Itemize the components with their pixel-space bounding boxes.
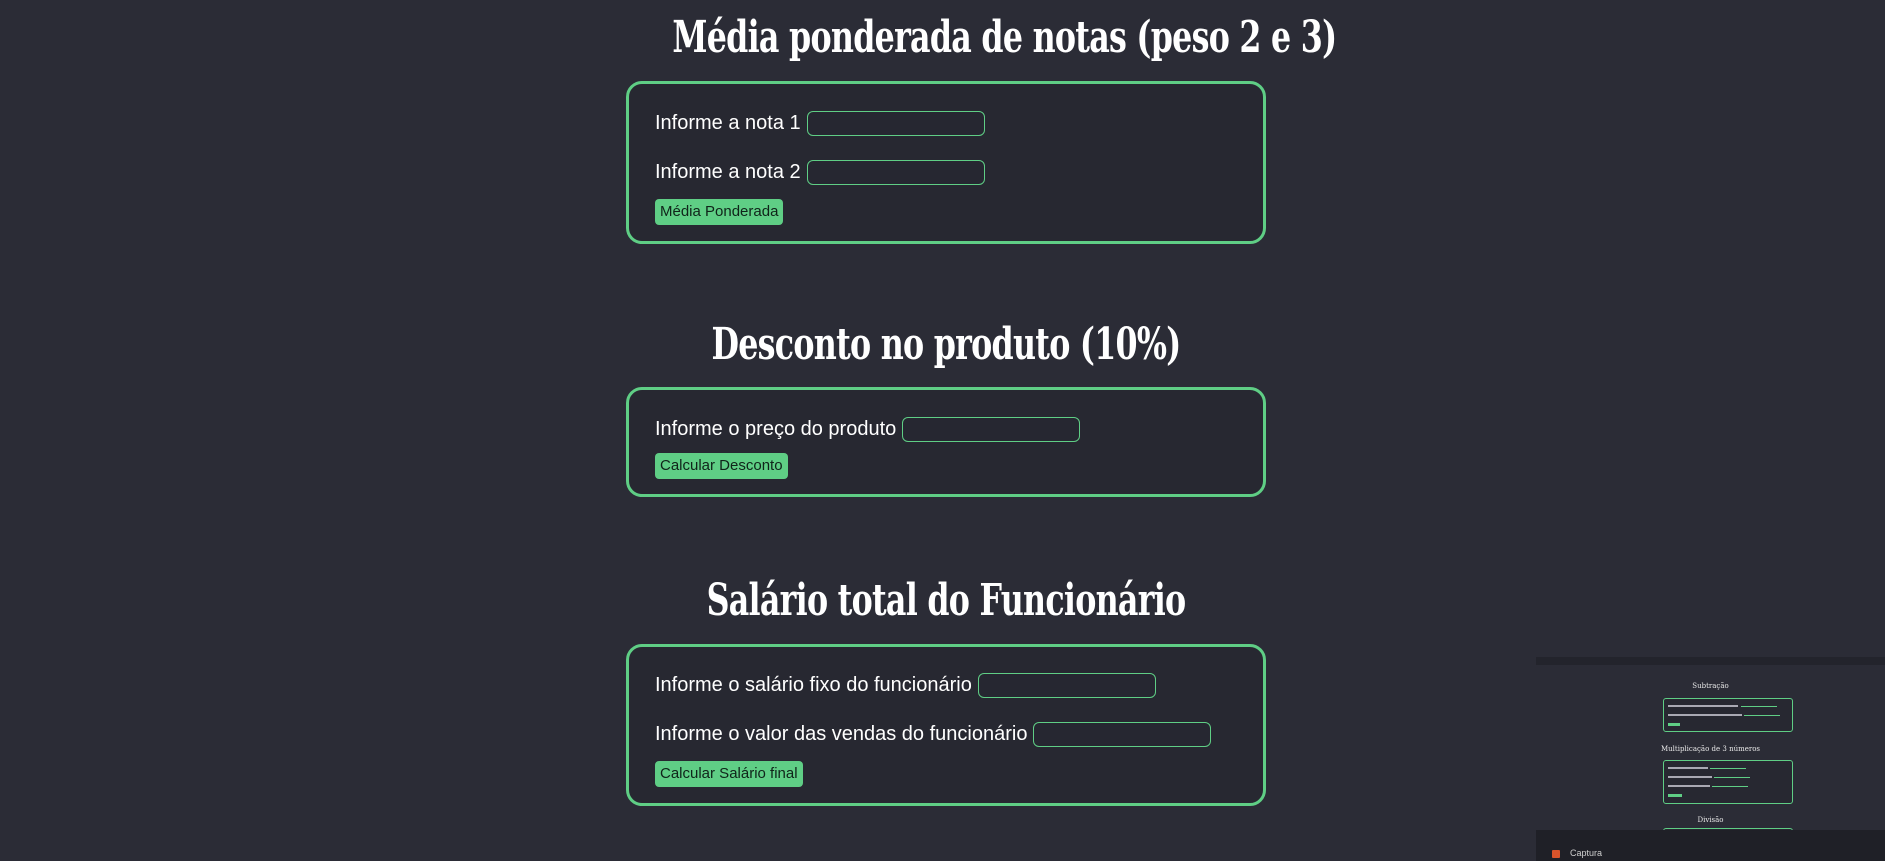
calculate-discount-button[interactable]: Calcular Desconto (655, 453, 788, 479)
thumbnail-taskbar: Captura (1536, 830, 1885, 861)
field-label: Informe a nota 2 (655, 161, 801, 183)
taskbar-label: Captura (1570, 848, 1603, 858)
field-label: Informe o valor das vendas do funcionári… (655, 723, 1028, 745)
thumbnail-section-title: Subtração (1692, 682, 1729, 690)
product-price-input[interactable] (902, 417, 1081, 442)
form-card: Informe a nota 1 Informe a nota 2 Média … (626, 81, 1266, 244)
calculate-final-salary-button[interactable]: Calcular Salário final (655, 761, 803, 787)
field-label: Informe o preço do produto (655, 418, 897, 440)
section-title: Salário total do Funcionário (706, 575, 1187, 626)
form-row: Informe a nota 1 (655, 111, 985, 136)
fixed-salary-input[interactable] (977, 673, 1156, 698)
grade-2-input[interactable] (806, 160, 985, 185)
thumbnail-card (1663, 760, 1793, 804)
section-title: Média ponderada de notas (peso 2 e 3) (672, 12, 1337, 63)
form-row: Informe o preço do produto (655, 417, 1081, 442)
section-title: Desconto no produto (10%) (711, 319, 1181, 370)
weighted-average-button[interactable]: Média Ponderada (655, 199, 784, 225)
window-thumbnail-preview[interactable]: Subtração Multiplicação de 3 números Div… (1536, 657, 1885, 861)
field-label: Informe o salário fixo do funcionário (655, 674, 972, 696)
form-row: Informe a nota 2 (655, 160, 985, 185)
page: Média ponderada de notas (peso 2 e 3) In… (0, 0, 1885, 861)
field-label: Informe a nota 1 (655, 112, 801, 134)
form-card: Informe o salário fixo do funcionário In… (626, 644, 1266, 806)
form-row: Informe o salário fixo do funcionário (655, 673, 1156, 698)
app-icon (1552, 850, 1560, 858)
thumbnail-section-title: Divisão (1697, 816, 1724, 824)
thumbnail-card (1663, 698, 1793, 732)
grade-1-input[interactable] (806, 111, 985, 136)
sales-value-input[interactable] (1033, 722, 1212, 747)
thumbnail-content: Subtração Multiplicação de 3 números Div… (1536, 665, 1885, 842)
thumbnail-section-title: Multiplicação de 3 números (1660, 745, 1761, 753)
form-card: Informe o preço do produto Calcular Desc… (626, 387, 1266, 497)
form-row: Informe o valor das vendas do funcionári… (655, 722, 1212, 747)
